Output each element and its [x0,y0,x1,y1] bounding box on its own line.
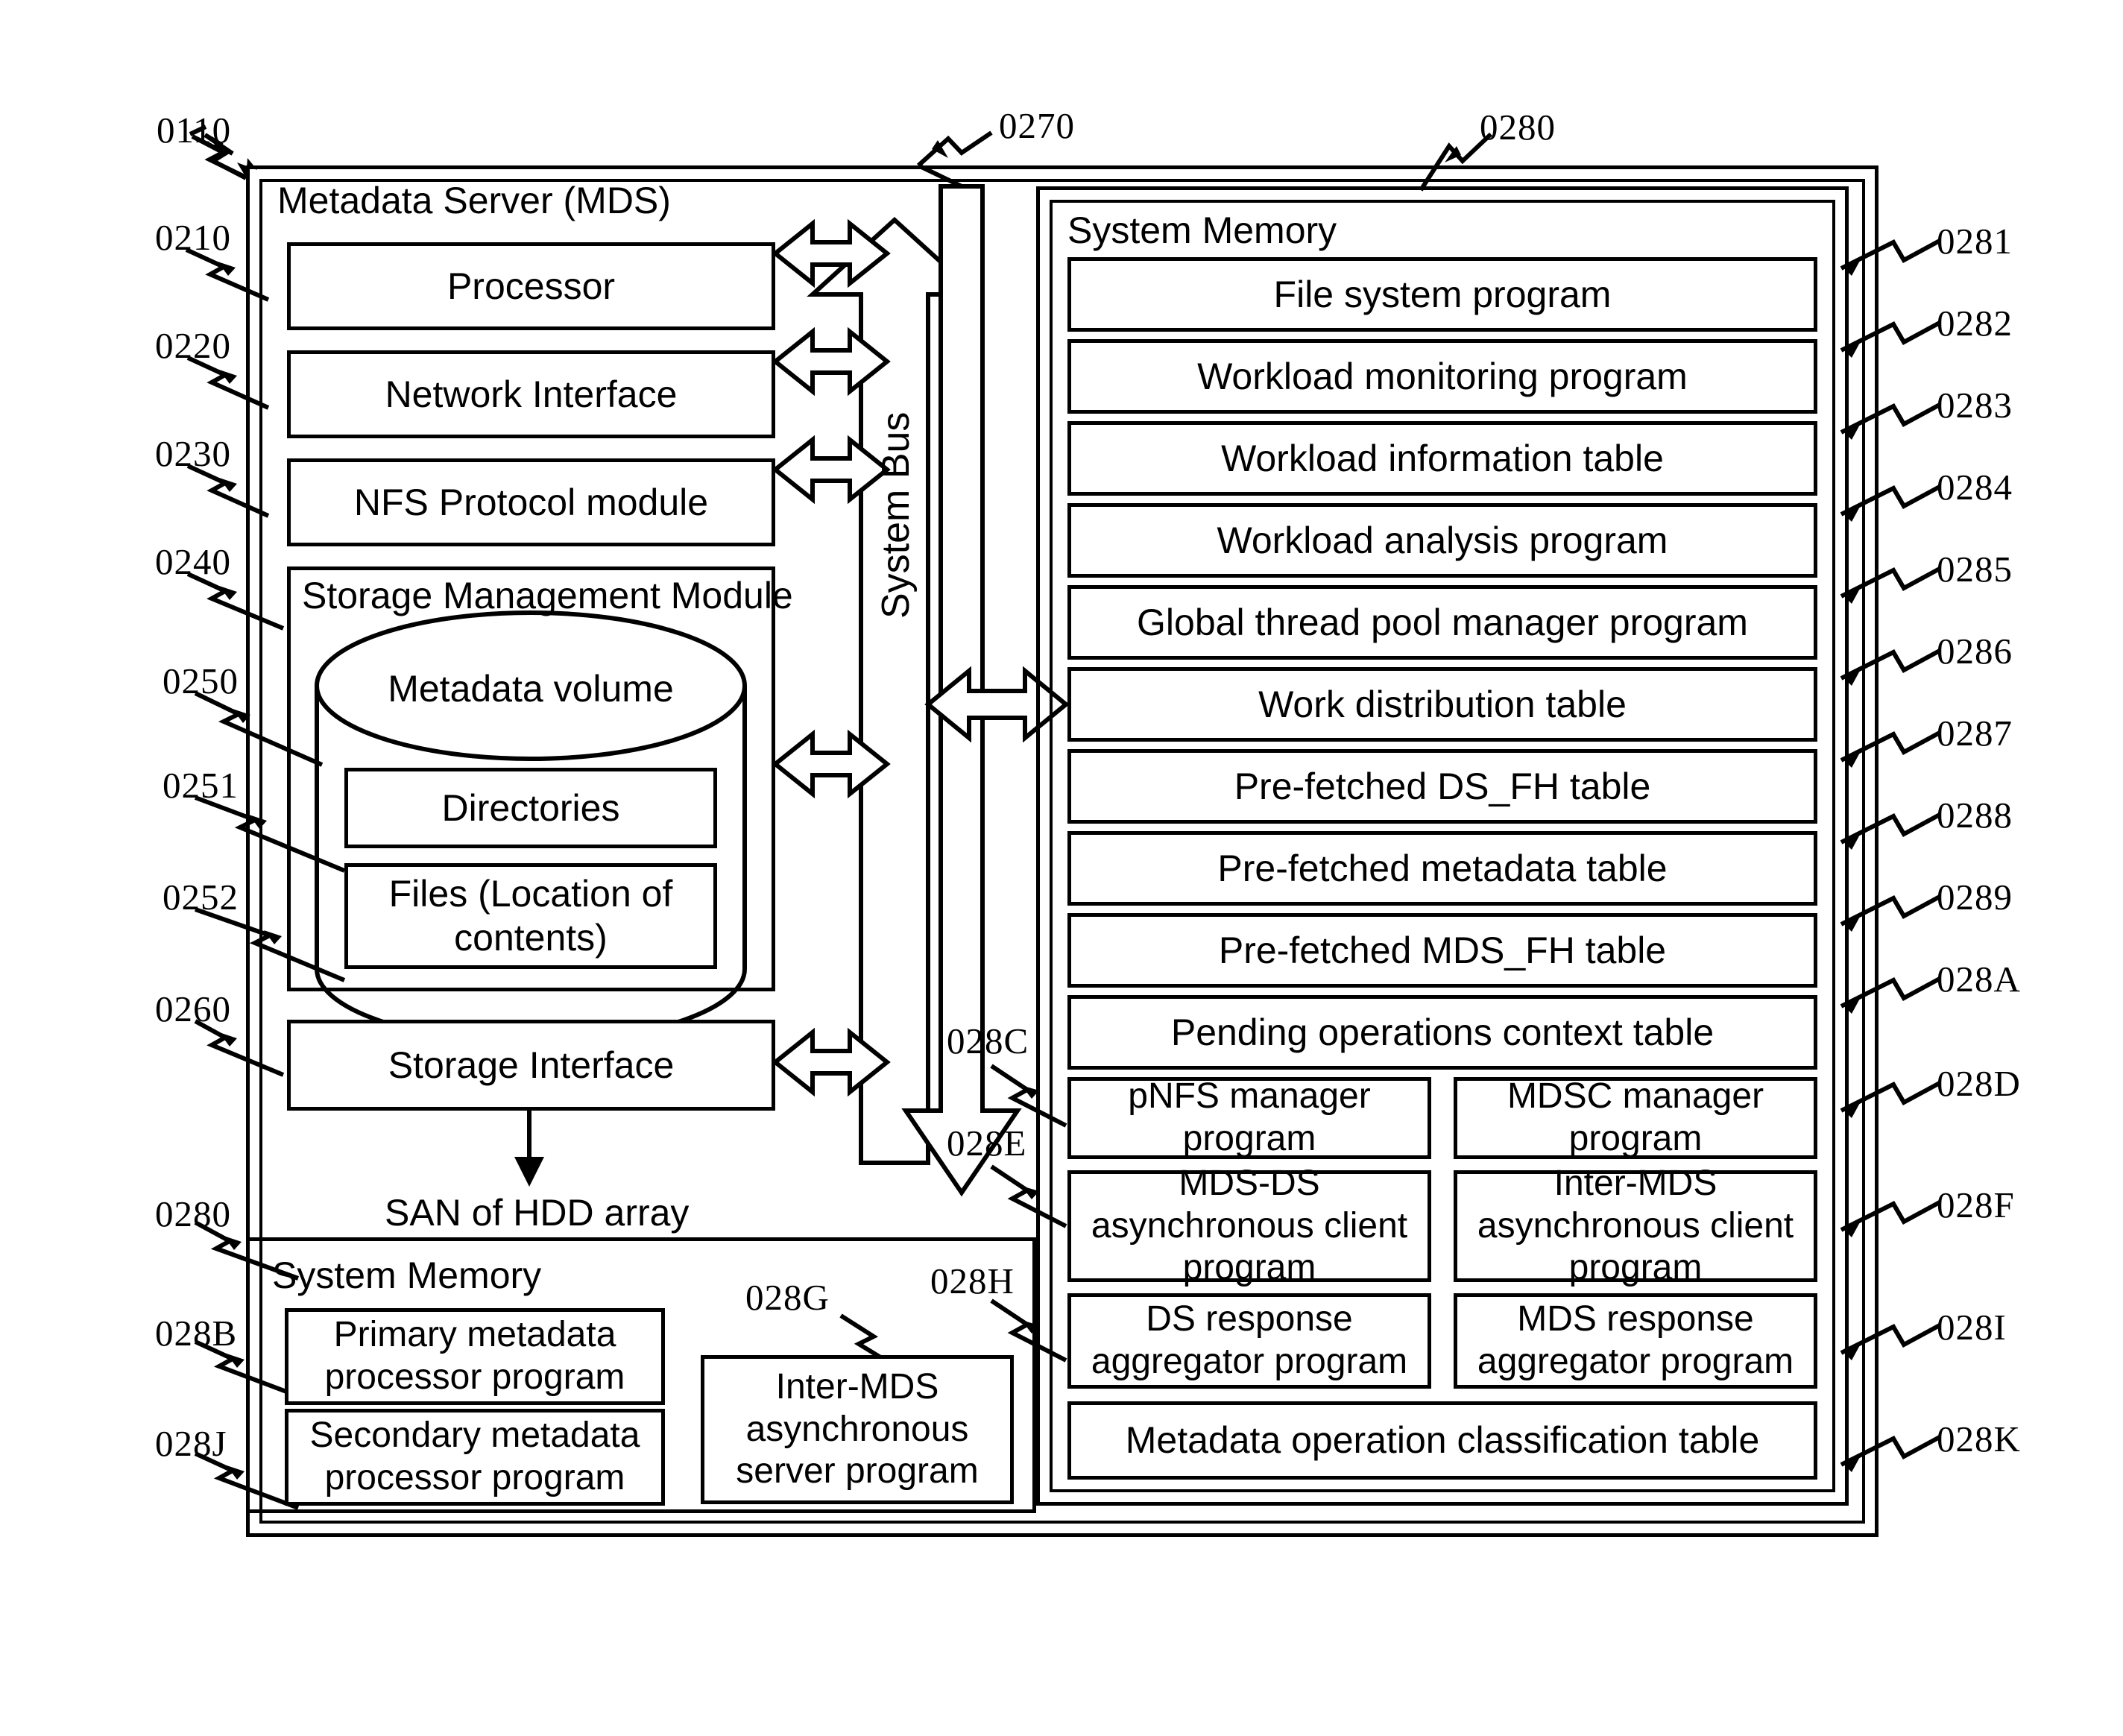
row-label: pNFS manager program [1128,1076,1371,1158]
files-location-label: Files (Location of contents) [388,873,673,959]
row-label: Pending operations context table [1170,1011,1715,1053]
ref-0280-top: 0280 [1480,107,1556,148]
ref-0210: 0210 [155,217,231,258]
row-label: Workload information table [1221,437,1664,479]
memory-row-workload-monitoring-program: Workload monitoring program [1067,339,1817,414]
memory-row-pre-fetched-metadata-table: Pre-fetched metadata table [1067,831,1817,906]
processor-label: Processor [447,265,616,307]
ref-0280-bottom: 0280 [155,1193,231,1234]
row-label: Metadata operation classification table [1125,1419,1760,1461]
nfs-protocol-module-box: NFS Protocol module [287,458,775,546]
row-label: MDS response aggregator program [1477,1299,1794,1381]
memory-box-pnfs-manager-program: pNFS manager program [1067,1076,1431,1159]
ref-0260: 0260 [155,988,231,1029]
memory-row-workload-information-table: Workload information table [1067,421,1817,496]
mds-title: Metadata Server (MDS) [277,180,671,221]
ref-0288: 0288 [1937,795,2013,836]
row-label: Pre-fetched metadata table [1217,847,1668,889]
memory-box-primary-metadata-processor-program: Primary metadata processor program [285,1308,665,1405]
row-label: Primary metadata processor program [324,1315,625,1397]
ref-0284: 0284 [1937,467,2013,508]
system-memory-bottom-title: System Memory [272,1254,542,1296]
row-label: Workload analysis program [1217,519,1668,561]
ref-0282: 0282 [1937,303,2013,344]
network-interface-box: Network Interface [287,350,775,438]
row-label: Global thread pool manager program [1137,601,1748,643]
storage-interface-label: Storage Interface [388,1044,675,1086]
ref-028C: 028C [947,1020,1029,1061]
row-label: File system program [1273,273,1612,315]
memory-box-inter-mds-asynchronous-client-program: Inter-MDS asynchronous client program [1454,1164,1817,1287]
row-label: MDS-DS asynchronous client program [1091,1164,1408,1288]
ref-0289: 0289 [1937,877,2013,918]
ref-028I: 028I [1937,1307,2007,1348]
ref-0281: 0281 [1937,221,2013,262]
memory-row-pre-fetched-mds-fh-table: Pre-fetched MDS_FH table [1067,913,1817,988]
ref-0283: 0283 [1937,385,2013,426]
ref-0220: 0220 [155,325,231,366]
row-label: Work distribution table [1258,683,1627,725]
ref-028E: 028E [947,1123,1027,1164]
memory-box-ds-response-aggregator-program: DS response aggregator program [1067,1293,1431,1389]
memory-box-inter-mds-asynchronous-server-program: Inter-MDS asynchronous server program [701,1355,1014,1504]
figure-canvas: Metadata Server (MDS) 0110 Processor 021… [0,0,2123,1736]
system-bus-label: System Bus [874,411,918,619]
ref-028F: 028F [1937,1184,2015,1225]
memory-row-work-distribution-table: Work distribution table [1067,667,1817,742]
row-label: Pre-fetched MDS_FH table [1218,929,1667,971]
storage-management-module-label: Storage Management Module [302,575,793,616]
san-of-hdd-array-label: SAN of HDD array [385,1192,690,1234]
memory-box-mds-ds-asynchronous-client-program: MDS-DS asynchronous client program [1067,1164,1431,1287]
network-interface-label: Network Interface [385,373,678,415]
directories-box: Directories [344,768,717,848]
ref-028B: 028B [155,1313,238,1354]
ref-0270: 0270 [999,105,1075,146]
memory-row-pending-operations-context-table: Pending operations context table [1067,995,1817,1070]
memory-box-secondary-metadata-processor-program: Secondary metadata processor program [285,1409,665,1506]
row-label: Inter-MDS asynchronous server program [736,1367,979,1492]
ref-028A: 028A [1937,959,2021,1000]
processor-box: Processor [287,242,775,330]
ref-028D: 028D [1937,1063,2021,1104]
ref-028K: 028K [1937,1418,2021,1459]
row-label: Workload monitoring program [1197,355,1688,397]
memory-row-pre-fetched-ds-fh-table: Pre-fetched DS_FH table [1067,749,1817,824]
memory-box-mdsc-manager-program: MDSC manager program [1454,1076,1817,1159]
memory-box-mds-response-aggregator-program: MDS response aggregator program [1454,1293,1817,1389]
ref-0251: 0251 [163,765,239,806]
memory-row-metadata-operation-classification-table: Metadata operation classification table [1067,1401,1817,1480]
ref-0286: 0286 [1937,631,2013,672]
row-label: Pre-fetched DS_FH table [1234,765,1651,807]
ref-0240: 0240 [155,541,231,582]
ref-028J: 028J [155,1423,227,1464]
row-label: DS response aggregator program [1091,1299,1408,1381]
row-label: MDSC manager program [1507,1076,1764,1158]
ref-028G: 028G [745,1277,830,1318]
metadata-volume-label: Metadata volume [388,668,674,710]
row-label: Inter-MDS asynchronous client program [1477,1164,1794,1288]
memory-row-global-thread-pool-manager-program: Global thread pool manager program [1067,585,1817,660]
ref-0110: 0110 [157,110,232,151]
ref-0230: 0230 [155,433,231,474]
storage-interface-box: Storage Interface [287,1020,775,1111]
system-memory-right-title: System Memory [1067,209,1337,251]
memory-row-workload-analysis-program: Workload analysis program [1067,503,1817,578]
files-location-box: Files (Location of contents) [344,863,717,969]
nfs-protocol-module-label: NFS Protocol module [353,481,709,523]
ref-0250: 0250 [163,660,239,701]
directories-label: Directories [441,786,620,829]
ref-0252: 0252 [163,877,239,918]
memory-row-file-system-program: File system program [1067,257,1817,332]
ref-0285: 0285 [1937,549,2013,590]
ref-0287: 0287 [1937,713,2013,754]
row-label: Secondary metadata processor program [309,1415,640,1497]
